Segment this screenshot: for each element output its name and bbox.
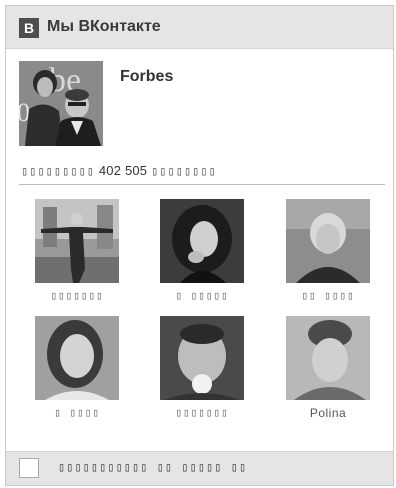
group-name[interactable]: Forbes	[120, 68, 173, 86]
member-avatar[interactable]	[286, 316, 370, 400]
member-item[interactable]: ▯▯▯▯▯▯▯	[160, 316, 244, 419]
member-name[interactable]: ▯▯▯▯▯▯▯	[160, 406, 244, 419]
member-avatar[interactable]	[160, 199, 244, 283]
member-item[interactable]: ▯▯ ▯▯▯▯	[286, 199, 370, 302]
member-avatar[interactable]	[160, 316, 244, 400]
widget-title[interactable]: Мы ВКонтакте	[47, 17, 161, 37]
subscribe-label[interactable]: ▯▯▯▯▯▯▯▯▯▯▯ ▯▯ ▯▯▯▯▯ ▯▯	[58, 460, 247, 474]
member-avatar[interactable]	[35, 316, 119, 400]
member-item[interactable]: ▯▯▯▯▯▯▯	[35, 199, 119, 302]
divider	[19, 184, 385, 185]
member-avatar[interactable]	[286, 199, 370, 283]
subscribers-count: ▯▯▯▯▯▯▯▯▯ 402 505 ▯▯▯▯▯▯▯▯	[21, 163, 217, 178]
group-avatar[interactable]: be 0	[19, 61, 103, 146]
member-name[interactable]: Polina	[286, 406, 370, 420]
member-item[interactable]: ▯ ▯▯▯▯	[35, 316, 119, 419]
member-avatar[interactable]	[35, 199, 119, 283]
member-name[interactable]: ▯▯ ▯▯▯▯	[286, 289, 370, 302]
subscribers-number: 402 505	[98, 163, 148, 178]
widget-footer: ▯▯▯▯▯▯▯▯▯▯▯ ▯▯ ▯▯▯▯▯ ▯▯	[6, 451, 393, 485]
member-name[interactable]: ▯ ▯▯▯▯▯	[160, 289, 244, 302]
subscribers-prefix: ▯▯▯▯▯▯▯▯▯	[21, 164, 96, 178]
vk-logo-icon[interactable]: В	[19, 18, 39, 38]
member-item[interactable]: ▯ ▯▯▯▯▯	[160, 199, 244, 302]
vk-widget: В Мы ВКонтакте be 0 Forbes ▯▯▯▯▯▯▯▯▯ 402…	[5, 5, 394, 486]
member-item[interactable]: Polina	[286, 316, 370, 420]
subscribe-checkbox[interactable]	[19, 458, 39, 478]
member-name[interactable]: ▯ ▯▯▯▯	[35, 406, 119, 419]
widget-header: В Мы ВКонтакте	[6, 6, 393, 49]
member-name[interactable]: ▯▯▯▯▯▯▯	[35, 289, 119, 302]
subscribers-suffix: ▯▯▯▯▯▯▯▯	[151, 164, 217, 178]
